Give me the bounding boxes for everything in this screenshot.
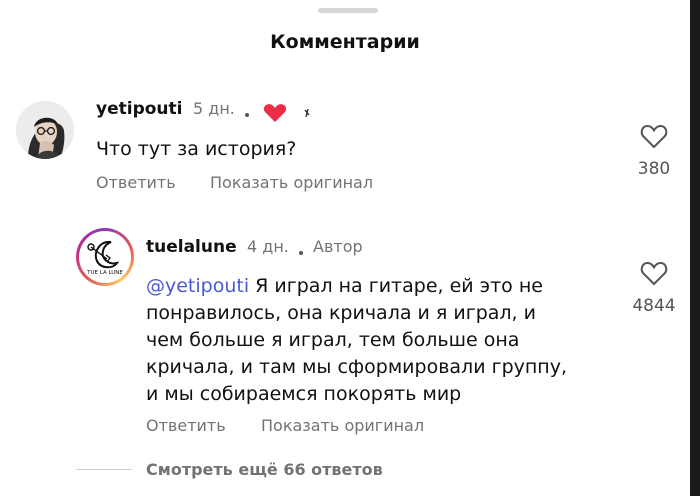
comment-username[interactable]: yetipouti: [96, 99, 182, 119]
comment-username[interactable]: tuelalune: [146, 237, 237, 257]
avatar[interactable]: [16, 101, 74, 159]
reply-line-3: чем больше я играл, тем больше она: [146, 329, 520, 351]
mention-link[interactable]: @yetipouti: [146, 275, 249, 297]
device-frame-edge: [690, 0, 700, 496]
like-button[interactable]: [634, 124, 674, 153]
avatar-photo: [16, 101, 74, 159]
svg-text:TUE LA LUNE: TUE LA LUNE: [86, 270, 123, 276]
grab-handle[interactable]: [318, 8, 378, 13]
reply-line-2: понравилось, она кричала и я играл, и: [146, 302, 536, 324]
reply-button[interactable]: Ответить: [96, 173, 176, 192]
creator-avatar-mini-icon: [303, 104, 313, 123]
comment-time: 4 дн.: [247, 237, 289, 256]
heart-outline-icon: [640, 261, 668, 286]
author-badge: Автор: [313, 237, 363, 256]
like-count: 380: [637, 159, 671, 179]
reply-line-5: и мы собираемся покорять мир: [146, 383, 462, 405]
show-original-button[interactable]: Показать оригинал: [210, 173, 373, 192]
view-more-divider: [76, 469, 132, 470]
separator-dot: [245, 113, 249, 117]
reply-line-1: @yetipouti Я играл на гитаре, ей это не: [146, 275, 543, 297]
reply-text: @yetipouti Я играл на гитаре, ей это не …: [146, 273, 616, 408]
tue-la-lune-logo-icon: TUE LA LUNE: [81, 233, 129, 281]
comment-text: Что тут за история?: [96, 138, 297, 160]
like-count: 4844: [632, 296, 676, 316]
heart-outline-icon: [640, 124, 668, 149]
sheet-title: Комментарии: [270, 31, 420, 53]
reply-button[interactable]: Ответить: [146, 416, 226, 435]
heart-icon: [263, 103, 287, 127]
comment-time: 5 дн.: [193, 99, 235, 118]
separator-dot: [299, 251, 303, 255]
avatar[interactable]: TUE LA LUNE: [76, 228, 134, 286]
show-original-button[interactable]: Показать оригинал: [261, 416, 424, 435]
like-button[interactable]: [634, 261, 674, 290]
reply-line-4: кричала, и там мы сформировали группу,: [146, 356, 567, 378]
view-more-replies-button[interactable]: Смотреть ещё 66 ответов: [146, 460, 383, 479]
